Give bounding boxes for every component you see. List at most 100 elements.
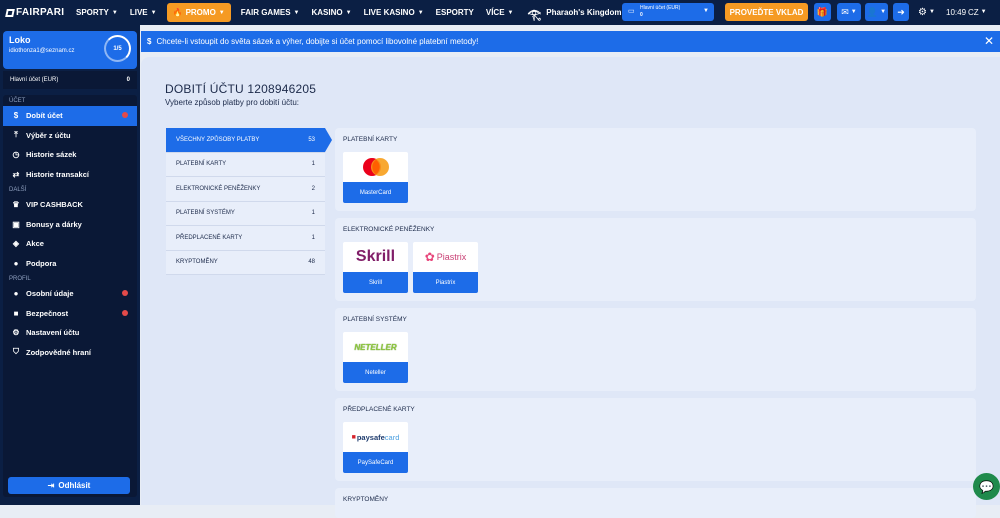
- nav-live[interactable]: LIVE ▼: [124, 0, 163, 25]
- paysafecard-logo: ■ paysafe card: [343, 422, 408, 452]
- sidebar-item-label: Nastavení účtu: [26, 328, 80, 338]
- method-neteller[interactable]: NETELLER Neteller: [343, 332, 408, 383]
- method-skrill[interactable]: Skrill Skrill: [343, 242, 408, 293]
- account-value: 0: [640, 12, 643, 18]
- paysafe-logo-text: paysafe: [356, 432, 385, 442]
- sidebar-item-bezpecnost[interactable]: ■ Bezpečnost: [3, 304, 137, 324]
- crown-icon: ♛: [12, 200, 20, 210]
- filter-count: 53: [308, 136, 315, 143]
- skrill-logo-text: Skrill: [355, 248, 396, 265]
- filter-payment-cards[interactable]: PLATEBNÍ KARTY 1: [166, 152, 325, 177]
- clock-time: 10:49: [946, 7, 967, 17]
- filter-label: VŠECHNY ZPŮSOBY PLATBY: [176, 136, 260, 143]
- mastercard-logo: [343, 152, 408, 182]
- method-label: PaySafeCard: [343, 452, 408, 473]
- sidebar-item-dobit-ucet[interactable]: $ Dobít účet: [3, 106, 137, 126]
- logout-button[interactable]: ⇥ Odhlásit: [8, 477, 130, 494]
- filter-e-wallets[interactable]: ELEKTRONICKÉ PENĚŽENKY 2: [166, 177, 325, 202]
- filter-payment-systems[interactable]: PLATEBNÍ SYSTÉMY 1: [166, 201, 325, 226]
- skrill-logo: Skrill: [343, 242, 408, 272]
- sidebar-item-akce[interactable]: ◈ Akce: [3, 234, 137, 254]
- nav-promo[interactable]: 🔥 PROMO ▼: [166, 3, 231, 22]
- sidebar-item-bonusy[interactable]: ▣ Bonusy a dárky: [3, 215, 137, 235]
- sidebar-item-label: Bezpečnost: [26, 308, 69, 318]
- nav-label: PROMO: [185, 8, 216, 17]
- gift-button[interactable]: 🎁: [814, 3, 831, 21]
- sidebar-item-historie-sazek[interactable]: ◷ Historie sázek: [3, 145, 137, 165]
- deposit-content: DOBITÍ ÚČTU 1208946205 Vyberte způsob pl…: [141, 57, 1000, 518]
- method-mastercard[interactable]: MasterCard: [343, 152, 408, 203]
- sidebar-item-vip-cashback[interactable]: ♛ VIP CASHBACK: [3, 195, 137, 215]
- category-title: PLATEBNÍ SYSTÉMY: [343, 316, 407, 323]
- piastrix-logo: ✿ Piastrix: [413, 242, 478, 272]
- banner-text: Chcete-li vstoupit do světa sázek a výhe…: [156, 37, 479, 46]
- nav-label: ESPORTY: [435, 8, 474, 17]
- category-crypto: KRYPTOMĚNY: [335, 488, 976, 518]
- nav-esporty[interactable]: ESPORTY: [430, 0, 480, 25]
- neteller-logo-text: NETELLER: [354, 342, 397, 352]
- filter-all[interactable]: VŠECHNY ZPŮSOBY PLATBY 53: [166, 128, 332, 153]
- sidebar-item-nastaveni-uctu[interactable]: ⚙ Nastavení účtu: [3, 323, 137, 343]
- sidebar-item-osobni-udaje[interactable]: ● Osobní údaje: [3, 284, 137, 304]
- chevron-down-icon: ▼: [150, 9, 157, 16]
- nav-label: SPORTY: [76, 8, 109, 17]
- sidebar-item-label: VIP CASHBACK: [26, 200, 83, 210]
- level-progress[interactable]: 1/5: [104, 35, 131, 62]
- chevron-down-icon: ▼: [111, 9, 118, 16]
- category-title: ELEKTRONICKÉ PENĚŽENKY: [343, 226, 435, 233]
- live-chat-button[interactable]: 💬: [973, 473, 1000, 500]
- logout-icon: ➜: [897, 6, 905, 17]
- sidebar-item-historie-transakci[interactable]: ⇄ Historie transakcí: [3, 165, 137, 185]
- chevron-down-icon: ▼: [417, 9, 424, 16]
- nav-fair-games[interactable]: FAIR GAMES ▼: [235, 0, 306, 25]
- logout-label: Odhlásit: [58, 481, 91, 490]
- alert-icon: [122, 290, 128, 296]
- chat-bubble-icon: 💬: [979, 479, 994, 494]
- sidebar-item-label: Bonusy a dárky: [26, 219, 82, 229]
- profile-card: Loko idiothonza1@seznam.cz 1/5: [3, 31, 137, 69]
- logout-top-button[interactable]: ➜: [893, 3, 909, 21]
- lock-icon: ■: [13, 308, 19, 318]
- deposit-button[interactable]: PROVEĎTE VKLAD: [725, 3, 808, 21]
- account-balance-dropdown[interactable]: ▭ Hlavní účet (EUR) 0 ▼: [622, 3, 714, 21]
- chevron-down-icon: ▼: [703, 8, 709, 14]
- sidebar-item-label: Historie transakcí: [26, 169, 89, 179]
- neteller-logo: NETELLER: [343, 332, 408, 362]
- sidebar-item-vyber-z-uctu[interactable]: ⤒ Výběr z účtu: [3, 126, 137, 146]
- messages-button[interactable]: ✉ ▼: [837, 3, 861, 21]
- filter-crypto[interactable]: KRYPTOMĚNY 48: [166, 250, 325, 275]
- sidebar-item-podpora[interactable]: ● Podpora: [3, 254, 137, 274]
- nav-live-kasino[interactable]: LIVE KASINO ▼: [358, 0, 430, 25]
- chevron-down-icon: ▼: [218, 9, 225, 16]
- payment-filter-list: VŠECHNY ZPŮSOBY PLATBY 53 PLATEBNÍ KARTY 1…: [166, 128, 332, 275]
- nav-kasino[interactable]: KASINO ▼: [305, 0, 357, 25]
- nav-label: FAIR GAMES: [240, 8, 291, 17]
- logout-icon: ⇥: [47, 481, 55, 490]
- nav-sporty[interactable]: SPORTY ▼: [70, 0, 124, 25]
- filter-label: PLATEBNÍ KARTY: [176, 161, 227, 168]
- brand-logo[interactable]: FAIRPARI: [0, 7, 70, 18]
- profile-button[interactable]: 👤 ▼: [865, 3, 888, 21]
- method-paysafecard[interactable]: ■ paysafe card PaySafeCard: [343, 422, 408, 473]
- featured-game-link[interactable]: 𓂀 Pharaoh's Kingdom: [528, 3, 622, 22]
- section-title: PROFIL: [9, 276, 31, 282]
- sidebar-item-zodpovedne-hrani[interactable]: ⛉ Zodpovědné hraní: [3, 343, 137, 363]
- chevron-down-icon: ▼: [345, 9, 352, 16]
- nav-vice[interactable]: VÍCE ▼: [480, 0, 520, 25]
- page-subtitle: Vyberte způsob platby pro dobití účtu:: [165, 98, 300, 107]
- filter-prepaid-cards[interactable]: PŘEDPLACENÉ KARTY 1: [166, 226, 325, 251]
- card-logo-text: card: [384, 432, 400, 442]
- language-selector[interactable]: CZ ▼: [968, 3, 987, 21]
- sidebar-item-label: Podpora: [26, 258, 57, 268]
- category-prepaid-cards: PŘEDPLACENÉ KARTY ■ paysafe card PaySafeCa…: [335, 398, 976, 481]
- wallet-icon: ▭: [628, 8, 635, 15]
- chevron-down-icon: ▼: [507, 9, 514, 16]
- section-title: ÚČET: [9, 98, 26, 104]
- method-piastrix[interactable]: ✿ Piastrix Piastrix: [413, 242, 478, 293]
- chevron-down-icon: ▼: [850, 9, 857, 15]
- settings-button[interactable]: ⚙ ▼: [918, 3, 935, 21]
- close-icon[interactable]: ✕: [984, 34, 994, 48]
- account-label: Hlavní účet (EUR): [640, 5, 681, 11]
- piastrix-logo-text: Piastrix: [436, 252, 467, 262]
- sidebar-item-label: Osobní údaje: [26, 289, 74, 299]
